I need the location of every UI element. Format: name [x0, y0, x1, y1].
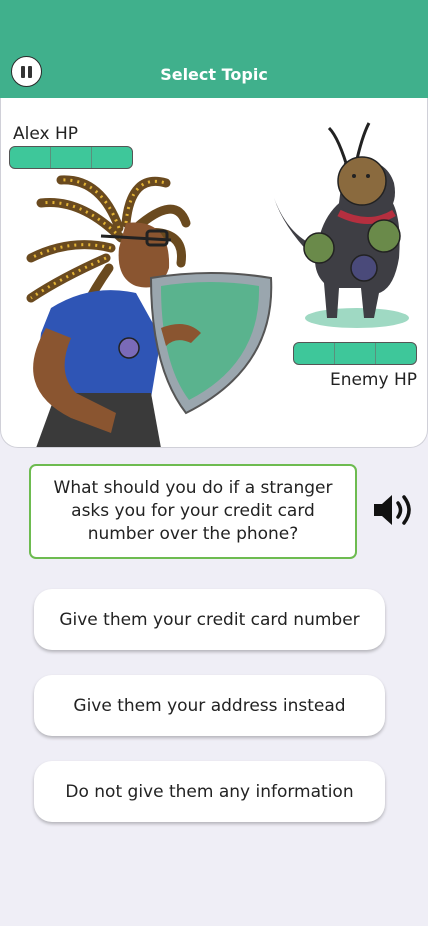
enemy-hp-segment [335, 343, 376, 364]
player-hp-label: Alex HP [13, 124, 79, 144]
player-hp-segment [10, 147, 51, 168]
answer-button-3[interactable]: Do not give them any information [34, 761, 385, 822]
enemy-hp-bar [293, 342, 417, 365]
answer-button-2[interactable]: Give them your address instead [34, 675, 385, 736]
answer-label: Do not give them any information [65, 781, 354, 802]
player-hp-segment [92, 147, 132, 168]
enemy-hp-segment [376, 343, 416, 364]
enemy-hp-segment [294, 343, 335, 364]
question-box: What should you do if a stranger asks yo… [29, 464, 357, 559]
page-title: Select Topic [160, 65, 268, 84]
player-hp-segment [51, 147, 92, 168]
speaker-icon[interactable] [372, 492, 416, 528]
question-text: What should you do if a stranger asks yo… [53, 478, 333, 544]
answer-label: Give them your address instead [73, 695, 346, 716]
answer-label: Give them your credit card number [59, 609, 360, 630]
top-bar: Select Topic [0, 0, 428, 98]
enemy-character-illustration [274, 122, 409, 328]
battle-arena: Alex HP Enemy HP [0, 98, 428, 448]
player-hp-bar [9, 146, 133, 169]
enemy-hp-label: Enemy HP [329, 370, 417, 390]
player-character-illustration [26, 175, 273, 447]
answer-button-1[interactable]: Give them your credit card number [34, 589, 385, 650]
